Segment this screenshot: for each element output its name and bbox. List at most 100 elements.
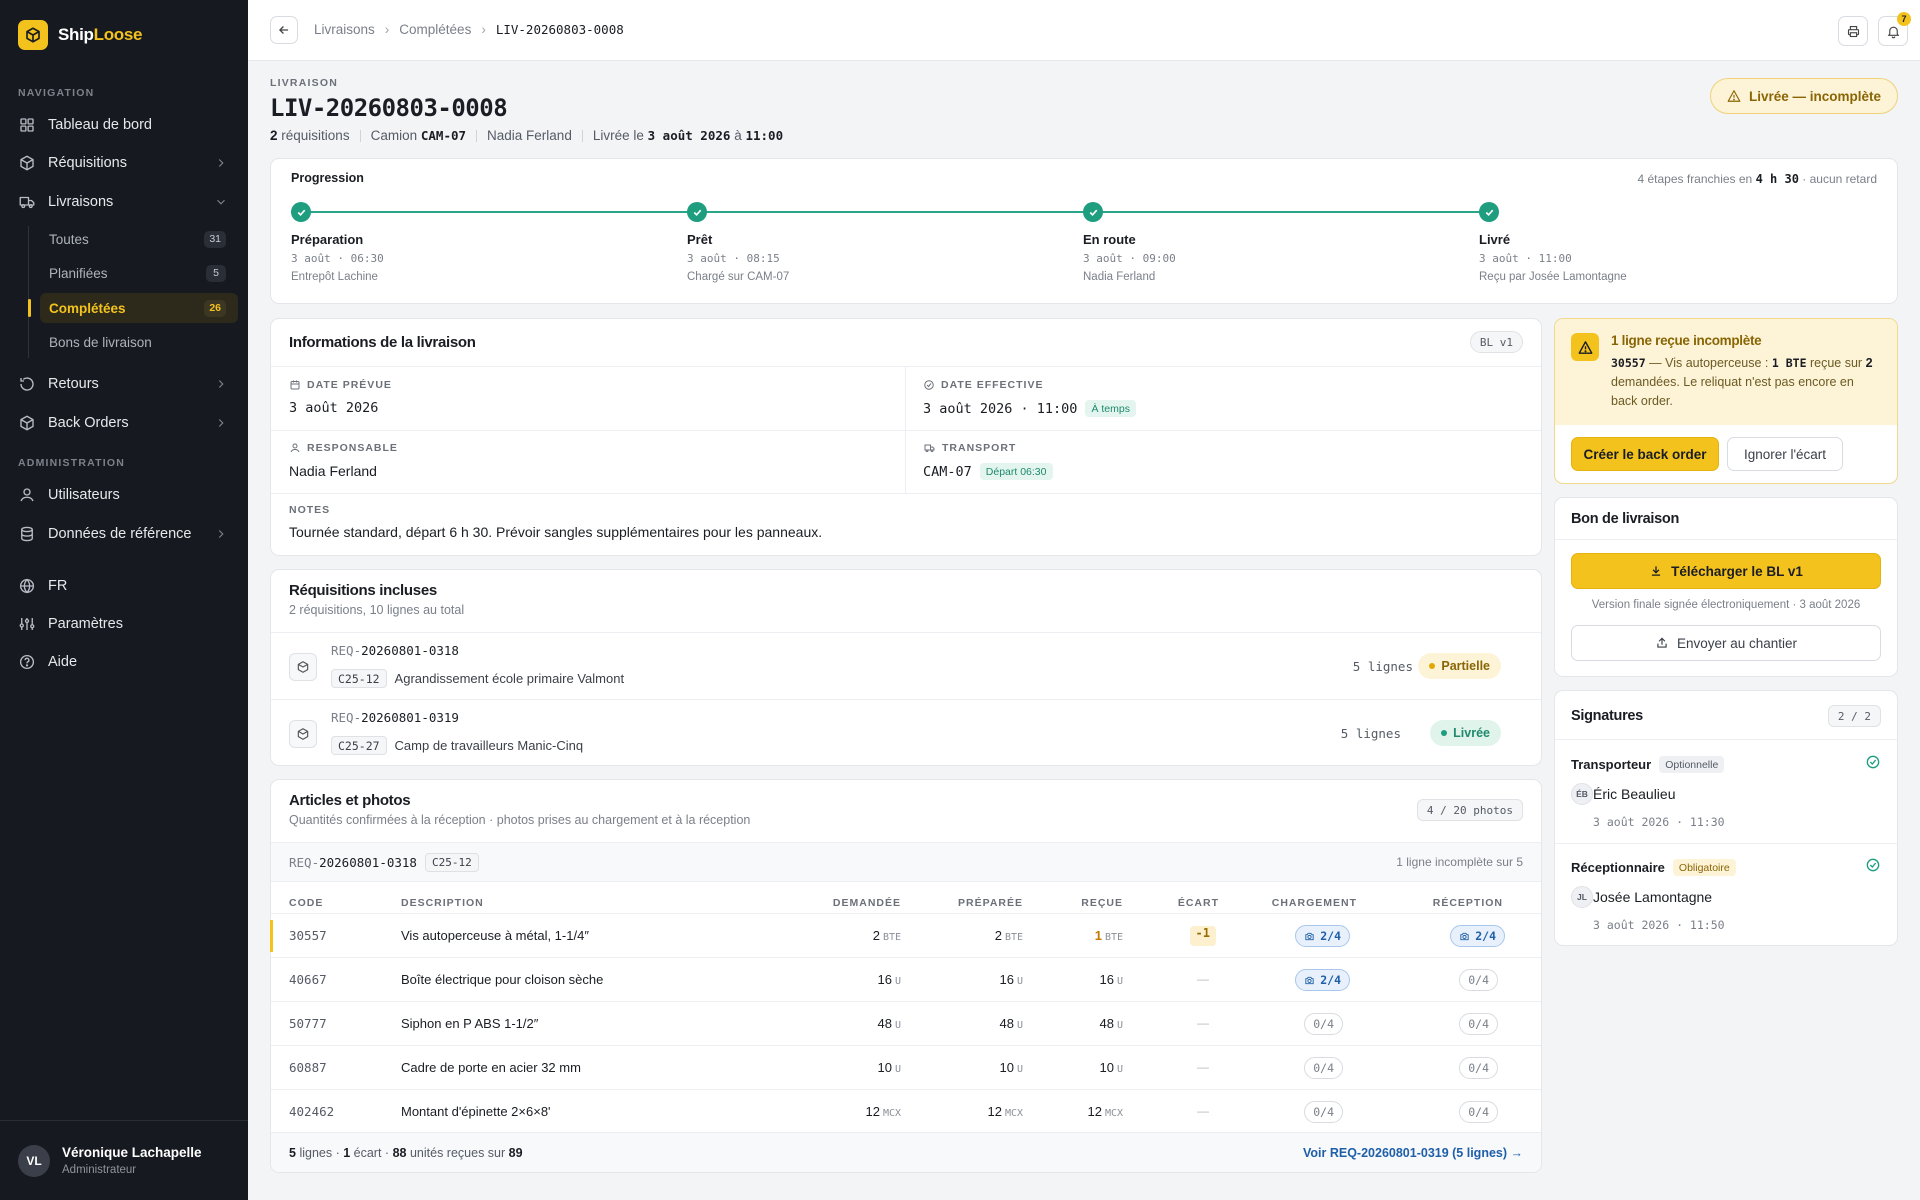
- nav-reference-data[interactable]: Données de référence: [18, 519, 238, 549]
- qty-requested: 12 MCX: [865, 1104, 901, 1119]
- user-profile[interactable]: VL Véronique Lachapelle Administrateur: [0, 1120, 248, 1200]
- nav-requisitions[interactable]: Réquisitions: [18, 148, 238, 178]
- nav-dashboard[interactable]: Tableau de bord: [18, 110, 238, 140]
- nav-returns[interactable]: Retours: [18, 369, 238, 399]
- reception-photos[interactable]: 0/4: [1459, 1013, 1498, 1035]
- reception-photos[interactable]: 0/4: [1459, 1057, 1498, 1079]
- nav-section-label: NAVIGATION: [18, 87, 95, 99]
- loading-photos[interactable]: 0/4: [1304, 1101, 1343, 1123]
- group-header: REQ-20260801-0318 C25-12 1 ligne incompl…: [271, 842, 1541, 882]
- crumb-deliveries[interactable]: Livraisons: [314, 22, 375, 37]
- nav-language[interactable]: FR: [18, 571, 238, 601]
- loading-photos[interactable]: 0/4: [1304, 1013, 1343, 1035]
- table-footer: 5 lignes · 1 écart · 88 unités reçues su…: [271, 1132, 1541, 1172]
- nav-back-orders[interactable]: Back Orders: [18, 408, 238, 438]
- ignore-gap-button[interactable]: Ignorer l'écart: [1727, 437, 1843, 471]
- item-code: 50777: [289, 1016, 327, 1031]
- owner-value: Nadia Ferland: [289, 463, 377, 479]
- sub-item-planned[interactable]: Planifiées 5: [40, 258, 238, 288]
- signature-time: 3 août 2026 · 11:50: [1593, 918, 1725, 932]
- qty-received: 1 BTE: [1094, 928, 1123, 943]
- sub-item-completed[interactable]: Complétées 26: [28, 293, 238, 323]
- crumb-completed[interactable]: Complétées: [399, 22, 471, 37]
- sub-item-delivery-notes[interactable]: Bons de livraison: [40, 327, 238, 357]
- column-header: RÉCEPTION: [1432, 897, 1503, 909]
- delivery-info-card: Informations de la livraison BL v1 DATE …: [270, 318, 1542, 556]
- requisition-code[interactable]: REQ-20260801-0318: [331, 643, 459, 658]
- breadcrumb: Livraisons › Complétées › LIV-20260803-0…: [314, 22, 624, 37]
- create-back-order-button[interactable]: Créer le back order: [1571, 437, 1719, 471]
- warning-icon: [1571, 333, 1599, 361]
- nav-back-orders-label: Back Orders: [48, 415, 129, 431]
- reception-photos[interactable]: 0/4: [1459, 1101, 1498, 1123]
- requisition-row[interactable]: REQ-20260801-0318 C25-12 Agrandissement é…: [271, 632, 1541, 698]
- loading-photos[interactable]: 0/4: [1304, 1057, 1343, 1079]
- requisition-row[interactable]: REQ-20260801-0319 C25-27 Camp de travaill…: [271, 699, 1541, 765]
- step-time: 3 août · 08:15: [687, 252, 780, 265]
- nav-help[interactable]: Aide: [18, 647, 238, 677]
- table-row[interactable]: 50777 Siphon en P ABS 1-1/2″ 48 U 48 U 48 U — 0/4…: [271, 1001, 1541, 1045]
- qty-prepared: 12 MCX: [987, 1104, 1023, 1119]
- loading-photos[interactable]: 2/4: [1295, 969, 1350, 991]
- progress-note: 4 étapes franchies en 4 h 30 · aucun ret…: [1637, 172, 1877, 186]
- qty-received: 48 U: [1099, 1016, 1124, 1031]
- no-gap: —: [1197, 1060, 1209, 1074]
- send-to-site-button[interactable]: Envoyer au chantier: [1571, 625, 1881, 661]
- column-header: CHARGEMENT: [1271, 897, 1357, 909]
- loading-photos[interactable]: 2/4: [1295, 925, 1350, 947]
- qty-prepared: 10 U: [999, 1060, 1024, 1075]
- print-button[interactable]: [1838, 16, 1868, 46]
- signature-count: 2 / 2: [1827, 705, 1881, 727]
- step-check-icon: [1083, 202, 1103, 222]
- help-icon: [19, 654, 35, 670]
- table-row[interactable]: 40667 Boîte électrique pour cloison sèche…: [271, 957, 1541, 1001]
- signature-role: Transporteur Optionnelle: [1571, 756, 1725, 773]
- brand[interactable]: ShipLoose: [18, 20, 143, 50]
- bell-icon: [1887, 26, 1899, 38]
- version-badge: BL v1: [1469, 331, 1523, 353]
- alert-body: 30557 — Vis autoperceuse : 1 BTE reçue s…: [1611, 356, 1873, 408]
- nav-deliveries[interactable]: Livraisons: [18, 187, 238, 217]
- signature-role: Réceptionnaire Obligatoire: [1571, 859, 1736, 876]
- download-bl-button[interactable]: Télécharger le BL v1: [1571, 553, 1881, 589]
- step-name: Livré: [1479, 232, 1511, 247]
- table-row[interactable]: 30557 Vis autoperceuse à métal, 1-1/4″ 2 BT…: [270, 913, 1541, 957]
- box-icon: [289, 653, 317, 681]
- back-button[interactable]: [270, 16, 298, 44]
- table-row[interactable]: 60887 Cadre de porte en acier 32 mm 10 U 10 U…: [271, 1045, 1541, 1089]
- on-time-chip: À temps: [1085, 400, 1136, 417]
- brand-name: ShipLoose: [58, 25, 143, 44]
- table-row[interactable]: 402462 Montant d'épinette 2×6×8' 12 MCX 12 MC…: [271, 1089, 1541, 1133]
- info-title: Informations de la livraison: [289, 334, 476, 351]
- download-icon: [1651, 566, 1661, 576]
- chevron-right-icon: [218, 530, 224, 538]
- progress-title: Progression: [291, 171, 364, 185]
- project-tag: C25-27: [331, 736, 387, 755]
- requisitions-subtitle: 2 réquisitions, 10 lignes au total: [289, 603, 465, 617]
- reception-photos[interactable]: 2/4: [1450, 925, 1505, 947]
- nav-users[interactable]: Utilisateurs: [18, 480, 238, 510]
- nav-help-label: Aide: [48, 654, 78, 670]
- required-chip: Obligatoire: [1672, 859, 1736, 876]
- reception-photos[interactable]: 0/4: [1459, 969, 1498, 991]
- notes-value: Tournée standard, départ 6 h 30. Prévoir…: [289, 524, 823, 540]
- nav-settings[interactable]: Paramètres: [18, 609, 238, 639]
- signatures-title: Signatures: [1571, 708, 1643, 724]
- requisition-code[interactable]: REQ-20260801-0319: [331, 710, 459, 725]
- project-tag: C25-12: [424, 853, 479, 872]
- requisition-project: C25-27 Camp de travailleurs Manic-Cinq: [331, 736, 583, 755]
- no-gap: —: [1197, 972, 1209, 986]
- column-header: CODE: [289, 897, 324, 909]
- qty-received: 16 U: [1099, 972, 1124, 987]
- notifications-button[interactable]: 7: [1878, 12, 1911, 46]
- signer-name: Éric Beaulieu: [1593, 786, 1676, 802]
- step-sub: Reçu par Josée Lamontagne: [1479, 271, 1627, 283]
- effective-date-value: 3 août 2026 · 11:00 À temps: [923, 400, 1136, 417]
- qty-requested: 10 U: [877, 1060, 902, 1075]
- sub-item-all[interactable]: Toutes 31: [40, 224, 238, 254]
- next-requisition-link[interactable]: Voir REQ-20260801-0319 (5 lignes) →: [1303, 1146, 1523, 1160]
- notification-count: 7: [1897, 12, 1911, 26]
- calendar-icon: [290, 380, 300, 390]
- chevron-right-icon: [218, 419, 224, 427]
- nav-requisitions-label: Réquisitions: [48, 155, 127, 171]
